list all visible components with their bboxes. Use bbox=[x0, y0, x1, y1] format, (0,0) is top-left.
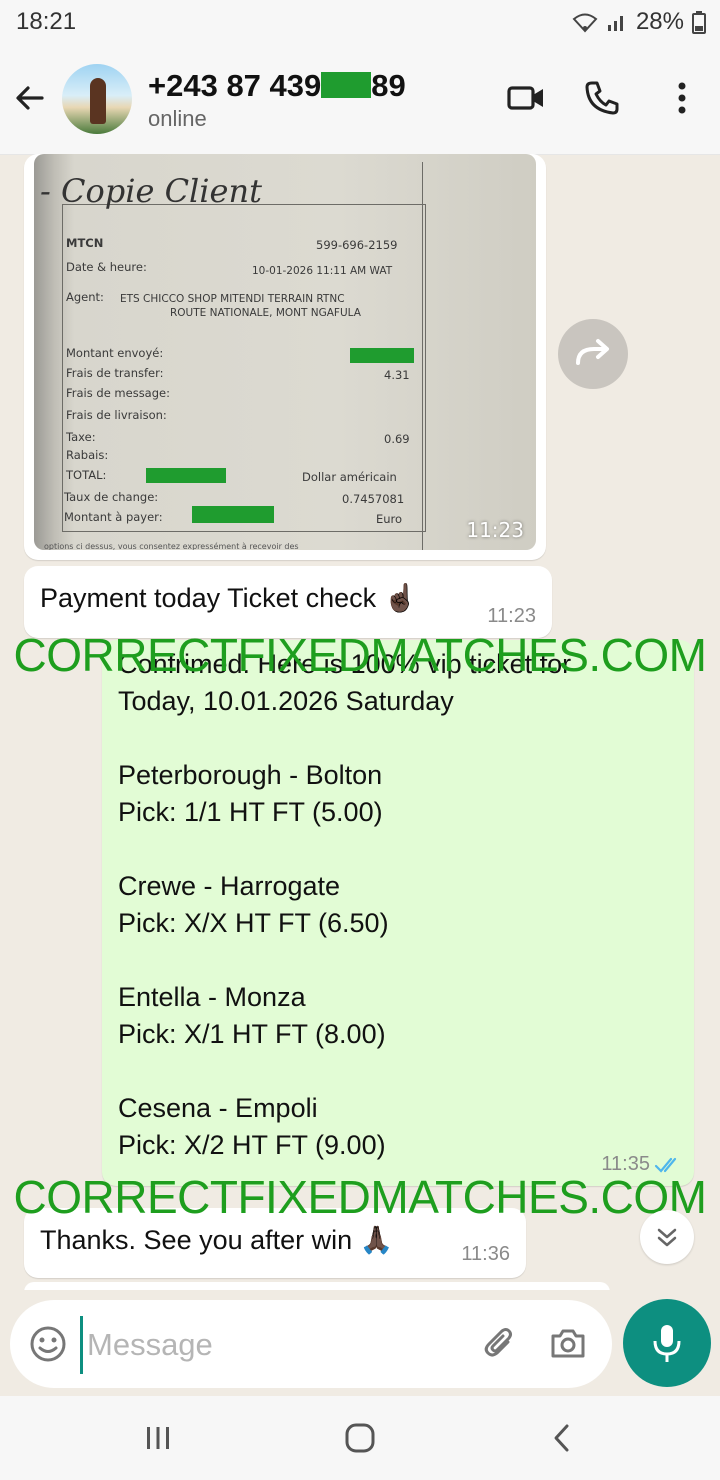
receipt-title: - Copie Client bbox=[40, 172, 262, 210]
chat-area[interactable]: - Copie Client MTCN 599-696-2159 Date & … bbox=[0, 154, 720, 1290]
receipt-frais-livraison: Frais de livraison: bbox=[66, 408, 167, 422]
message-time: 11:36 bbox=[461, 1243, 510, 1265]
battery-icon bbox=[692, 11, 706, 34]
recent-apps-icon[interactable] bbox=[138, 1418, 178, 1458]
forward-icon bbox=[576, 339, 609, 365]
signal-icon bbox=[607, 16, 623, 31]
redaction-mark bbox=[146, 468, 226, 483]
receipt-agent-label: Agent: bbox=[66, 290, 104, 304]
receipt-taxe: Taxe: bbox=[66, 430, 96, 444]
receipt-taux-change: Taux de change: bbox=[64, 490, 159, 504]
microphone-icon bbox=[653, 1325, 681, 1362]
emoji-icon[interactable] bbox=[28, 1324, 68, 1364]
receipt-taux-value: 0.7457081 bbox=[342, 492, 405, 506]
receipt-frais-message: Frais de message: bbox=[66, 386, 170, 400]
receipt-montant-envoye: Montant envoyé: bbox=[66, 346, 164, 360]
status-bar: 18:21 28% bbox=[0, 0, 720, 44]
receipt-rabais: Rabais: bbox=[66, 448, 109, 462]
receipt-mtcn-value: 599-696-2159 bbox=[316, 238, 398, 252]
forward-button[interactable] bbox=[558, 319, 628, 389]
wifi-icon bbox=[572, 13, 598, 33]
receipt-agent-line1: ETS CHICCO SHOP MITENDI TERRAIN RTNC bbox=[120, 293, 345, 305]
more-options-icon[interactable] bbox=[662, 78, 702, 118]
receipt-total-currency: Dollar américain bbox=[302, 470, 397, 484]
video-call-icon[interactable] bbox=[506, 78, 546, 118]
receipt-frais-transfer-value: 4.31 bbox=[384, 368, 410, 382]
back-arrow-icon[interactable] bbox=[12, 80, 48, 116]
receipt-mtcn-label: MTCN bbox=[66, 236, 104, 250]
message-text: Thanks. See you after win 🙏🏿 bbox=[40, 1225, 394, 1255]
receipt-agent-line2: ROUTE NATIONALE, MONT NGAFULA bbox=[170, 307, 361, 319]
partial-message bbox=[24, 1282, 610, 1290]
double-chevron-down-icon bbox=[657, 1228, 677, 1247]
watermark: CORRECTFIXEDMATCHES.COM bbox=[13, 629, 708, 681]
contact-status: online bbox=[148, 106, 207, 131]
camera-icon[interactable] bbox=[548, 1324, 588, 1364]
message-text: Confrimed. Here is 100% vip ticket for T… bbox=[118, 649, 572, 1160]
status-time: 18:21 bbox=[16, 8, 77, 35]
attach-icon[interactable] bbox=[480, 1324, 520, 1364]
redaction-mark bbox=[350, 348, 414, 363]
message-time: 11:23 bbox=[466, 518, 524, 542]
receipt-montant-payer: Montant à payer: bbox=[64, 510, 163, 524]
chat-header: +243 87 439 89 online bbox=[0, 44, 720, 155]
scroll-down-button[interactable] bbox=[640, 1210, 694, 1264]
redaction-mark bbox=[192, 506, 274, 523]
image-message[interactable]: - Copie Client MTCN 599-696-2159 Date & … bbox=[24, 154, 546, 560]
receipt-frais-transfer: Frais de transfer: bbox=[66, 366, 164, 380]
receipt-payer-currency: Euro bbox=[376, 512, 403, 526]
contact-name[interactable]: +243 87 439 89 bbox=[148, 68, 406, 104]
voice-record-button[interactable] bbox=[623, 1299, 711, 1387]
phone-call-icon[interactable] bbox=[582, 78, 622, 118]
outgoing-message[interactable]: Confrimed. Here is 100% vip ticket for T… bbox=[102, 640, 694, 1186]
receipt-footer: options ci dessus, vous consentez expres… bbox=[44, 542, 299, 550]
message-composer bbox=[10, 1300, 612, 1388]
message-input[interactable] bbox=[80, 1316, 469, 1374]
home-icon[interactable] bbox=[340, 1418, 380, 1458]
receipt-date-value: 10-01-2026 11:11 AM WAT bbox=[252, 265, 393, 277]
avatar[interactable] bbox=[62, 64, 132, 134]
receipt-date-label: Date & heure: bbox=[66, 260, 147, 274]
redaction-mark bbox=[321, 72, 372, 98]
battery-percent: 28% bbox=[635, 8, 684, 35]
message-text: Payment today Ticket check ☝🏿 bbox=[40, 583, 418, 613]
system-nav-bar bbox=[0, 1396, 720, 1480]
watermark: CORRECTFIXEDMATCHES.COM bbox=[13, 1171, 708, 1223]
back-nav-icon[interactable] bbox=[542, 1418, 582, 1458]
receipt-total: TOTAL: bbox=[66, 468, 107, 482]
message-time: 11:23 bbox=[487, 605, 536, 627]
receipt-taxe-value: 0.69 bbox=[384, 432, 410, 446]
receipt-image[interactable]: - Copie Client MTCN 599-696-2159 Date & … bbox=[34, 154, 536, 550]
